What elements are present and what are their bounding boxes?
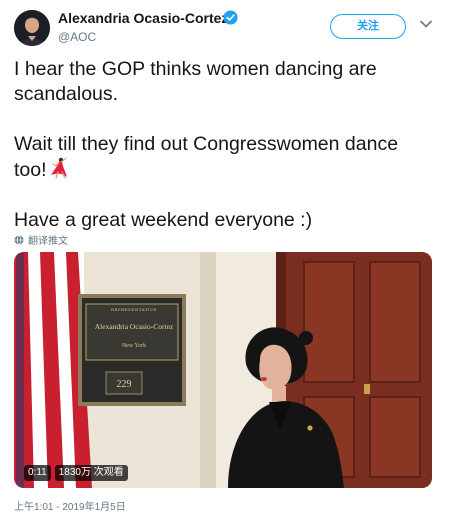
translate-label[interactable]: 翻译推文: [28, 232, 68, 247]
video-meta: 0:11 1830万 次观看: [24, 465, 128, 481]
translate-tweet-link[interactable]: 翻译推文: [14, 232, 68, 247]
tweet-line-3: Have a great weekend everyone :): [14, 209, 313, 231]
follow-button[interactable]: 关注: [330, 14, 406, 39]
tweet-text: I hear the GOP thinks women dancing are …: [14, 57, 434, 233]
video-frame-image: [14, 252, 432, 488]
tweet-line-2-text: Wait till they find out Congresswomen da…: [14, 133, 399, 181]
profile-photo-icon: [14, 10, 50, 46]
video-duration: 0:11: [24, 465, 51, 481]
chevron-down-icon[interactable]: [420, 20, 432, 28]
video-player[interactable]: REPRESENTATIVE Alexandria Ocasio-Cortez …: [14, 252, 432, 488]
plaque-header: REPRESENTATIVE: [111, 307, 157, 312]
avatar[interactable]: [14, 10, 50, 46]
author-handle[interactable]: @AOC: [58, 30, 96, 44]
room-number: 229: [116, 379, 132, 390]
plaque-state: New York: [121, 343, 147, 349]
verified-badge-icon: [223, 10, 238, 25]
globe-icon: [14, 234, 24, 245]
author-name[interactable]: Alexandria Ocasio-Cortez: [58, 10, 228, 26]
plaque-name: Alexandria Ocasio-Cortez: [94, 322, 174, 331]
tweet-line-2: Wait till they find out Congresswomen da…: [14, 132, 434, 183]
woman-dancing-emoji-icon: [50, 157, 67, 179]
tweet-timestamp[interactable]: 上午1:01 - 2019年1月5日: [14, 498, 126, 513]
video-view-count: 1830万 次观看: [54, 465, 128, 481]
tweet-card: Alexandria Ocasio-Cortez @AOC 关注 I hear …: [0, 0, 450, 519]
tweet-line-1: I hear the GOP thinks women dancing are …: [14, 58, 377, 105]
